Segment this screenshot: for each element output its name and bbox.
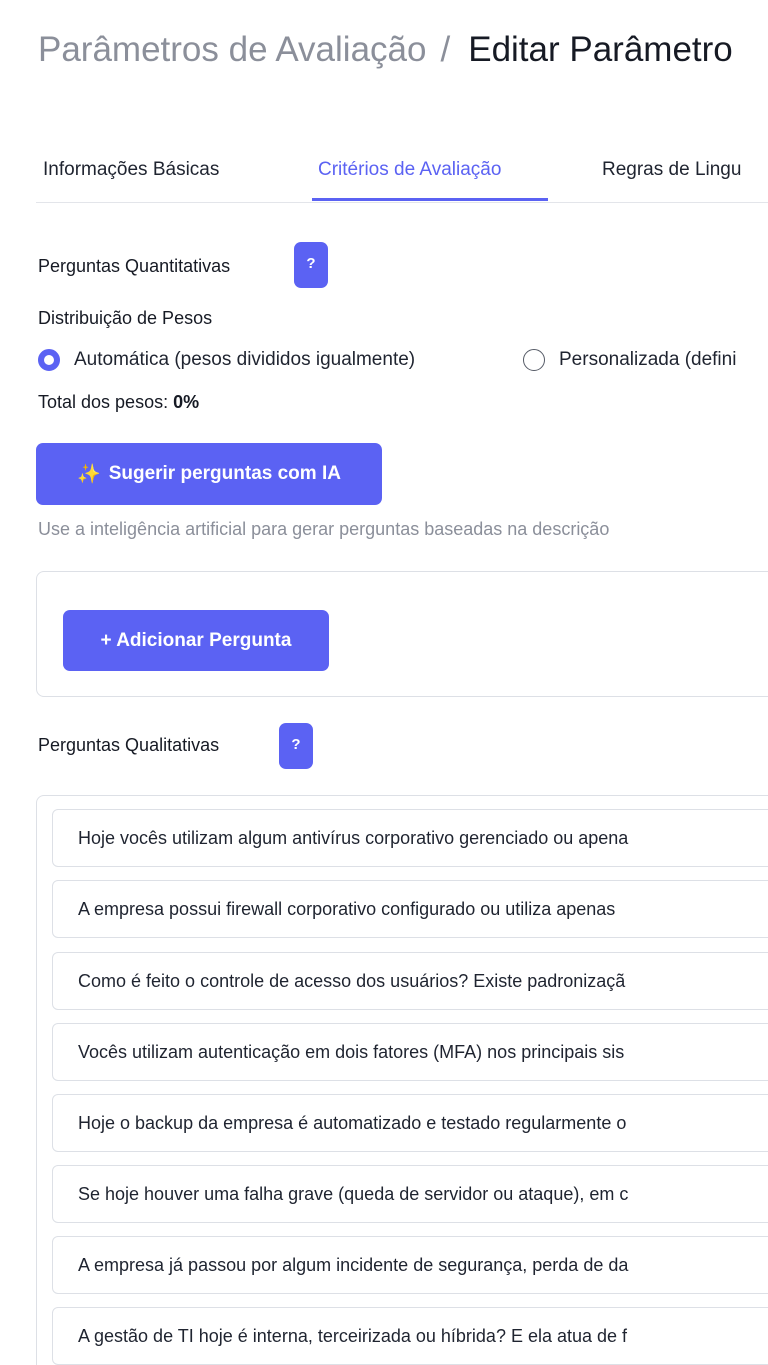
breadcrumb-separator: / — [440, 30, 451, 69]
weights-total: Total dos pesos: 0% — [38, 392, 199, 413]
tab-evaluation-criteria[interactable]: Critérios de Avaliação — [318, 150, 501, 200]
radio-automatic[interactable] — [38, 349, 60, 371]
qualitative-question-item[interactable]: Vocês utilizam autenticação em dois fato… — [52, 1023, 768, 1081]
sparkles-icon: ✨ — [77, 464, 101, 485]
tab-bar: Informações Básicas Critérios de Avaliaç… — [36, 150, 768, 203]
ai-hint-text: Use a inteligência artificial para gerar… — [38, 519, 610, 539]
radio-automatic-label[interactable]: Automática (pesos divididos igualmente) — [74, 347, 415, 373]
qualitative-question-item[interactable]: Hoje vocês utilizam algum antivírus corp… — [52, 809, 768, 867]
tab-language-rules[interactable]: Regras de Lingu — [602, 150, 741, 200]
quantitative-section-title: Perguntas Quantitativas — [38, 256, 231, 276]
quantitative-questions-card: + Adicionar Pergunta — [36, 571, 768, 697]
qualitative-questions-list: Hoje vocês utilizam algum antivírus corp… — [36, 795, 768, 1365]
quantitative-help-button[interactable]: ? — [294, 242, 328, 288]
tab-basic-info[interactable]: Informações Básicas — [43, 150, 219, 200]
qualitative-question-item[interactable]: Como é feito o controle de acesso dos us… — [52, 952, 768, 1010]
page: Parâmetros de Avaliação / Editar Parâmetro… — [0, 0, 768, 1365]
qualitative-help-button[interactable]: ? — [279, 723, 313, 769]
radio-custom-label[interactable]: Personalizada (defini — [559, 347, 736, 373]
suggest-questions-ai-button[interactable]: ✨ Sugerir perguntas com IA — [36, 443, 382, 505]
weights-total-value: 0% — [173, 392, 200, 412]
qualitative-question-item[interactable]: A empresa possui firewall corporativo co… — [52, 880, 768, 938]
weights-distribution-label: Distribuição de Pesos — [38, 308, 213, 328]
qualitative-question-item[interactable]: A empresa já passou por algum incidente … — [52, 1236, 768, 1294]
qualitative-question-item[interactable]: Se hoje houver uma falha grave (queda de… — [52, 1165, 768, 1223]
page-title: Editar Parâmetro — [468, 30, 733, 69]
radio-custom[interactable] — [523, 349, 545, 371]
qualitative-question-item[interactable]: A gestão de TI hoje é interna, terceiriz… — [52, 1307, 768, 1365]
add-question-button[interactable]: + Adicionar Pergunta — [63, 610, 329, 671]
weights-total-label: Total dos pesos: — [38, 392, 169, 412]
breadcrumb-parent-link[interactable]: Parâmetros de Avaliação — [38, 30, 426, 69]
qualitative-section-title: Perguntas Qualitativas — [38, 735, 220, 755]
active-tab-indicator — [312, 198, 548, 201]
qualitative-question-item[interactable]: Hoje o backup da empresa é automatizado … — [52, 1094, 768, 1152]
suggest-questions-ai-label: Sugerir perguntas com IA — [108, 463, 341, 484]
breadcrumb: Parâmetros de Avaliação / Editar Parâmetro — [38, 28, 733, 72]
